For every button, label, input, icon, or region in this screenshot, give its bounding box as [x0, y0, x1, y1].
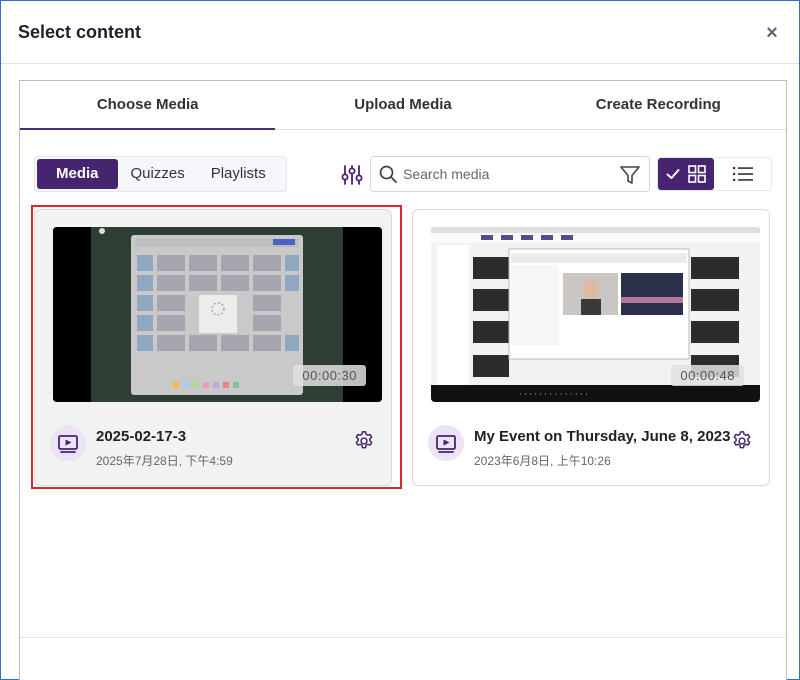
- media-card[interactable]: · · · · · · · · · · · · · · 00:00:48 My …: [412, 209, 770, 486]
- content-panel: Choose Media Upload Media Create Recordi…: [19, 80, 787, 680]
- select-content-dialog: Select content × Choose Media Upload Med…: [0, 0, 800, 680]
- segment-quizzes[interactable]: Quizzes: [118, 159, 198, 189]
- card-title: My Event on Thursday, June 8, 2023: [474, 428, 731, 445]
- dialog-header: Select content ×: [1, 1, 799, 64]
- search-input[interactable]: [403, 163, 603, 185]
- grid-icon: [688, 165, 706, 183]
- footer-divider: [20, 637, 786, 638]
- search-icon: [379, 165, 397, 183]
- card-date: 2023年6月8日, 上午10:26: [474, 454, 611, 468]
- video-icon: [428, 425, 464, 461]
- view-mode-toggle: [657, 157, 772, 191]
- segment-media[interactable]: Media: [37, 159, 118, 189]
- grid-view-button[interactable]: [658, 158, 714, 190]
- dialog-title: Select content: [18, 22, 142, 42]
- check-icon: [666, 169, 680, 179]
- funnel-icon[interactable]: [619, 164, 641, 186]
- tab-choose-media[interactable]: Choose Media: [20, 81, 276, 130]
- video-thumbnail: · · · · · · · · · · · · · · 00:00:48: [431, 227, 760, 402]
- content-type-segmented-control: Media Quizzes Playlists: [34, 156, 287, 192]
- tab-create-recording[interactable]: Create Recording: [531, 81, 786, 129]
- selection-highlight: [31, 205, 402, 489]
- tab-upload-media[interactable]: Upload Media: [275, 81, 530, 129]
- duration-badge: 00:00:48: [671, 365, 744, 386]
- list-view-button[interactable]: [714, 158, 771, 190]
- tab-bar: Choose Media Upload Media Create Recordi…: [20, 81, 786, 130]
- segment-playlists[interactable]: Playlists: [198, 159, 279, 189]
- list-icon: [732, 167, 753, 181]
- sliders-icon[interactable]: [341, 164, 363, 186]
- close-button[interactable]: ×: [763, 23, 781, 43]
- gear-icon[interactable]: [731, 430, 753, 452]
- svg-text:· · · · · · · · · · · · · ·: · · · · · · · · · · · · · ·: [519, 390, 588, 399]
- search-box: [370, 156, 650, 192]
